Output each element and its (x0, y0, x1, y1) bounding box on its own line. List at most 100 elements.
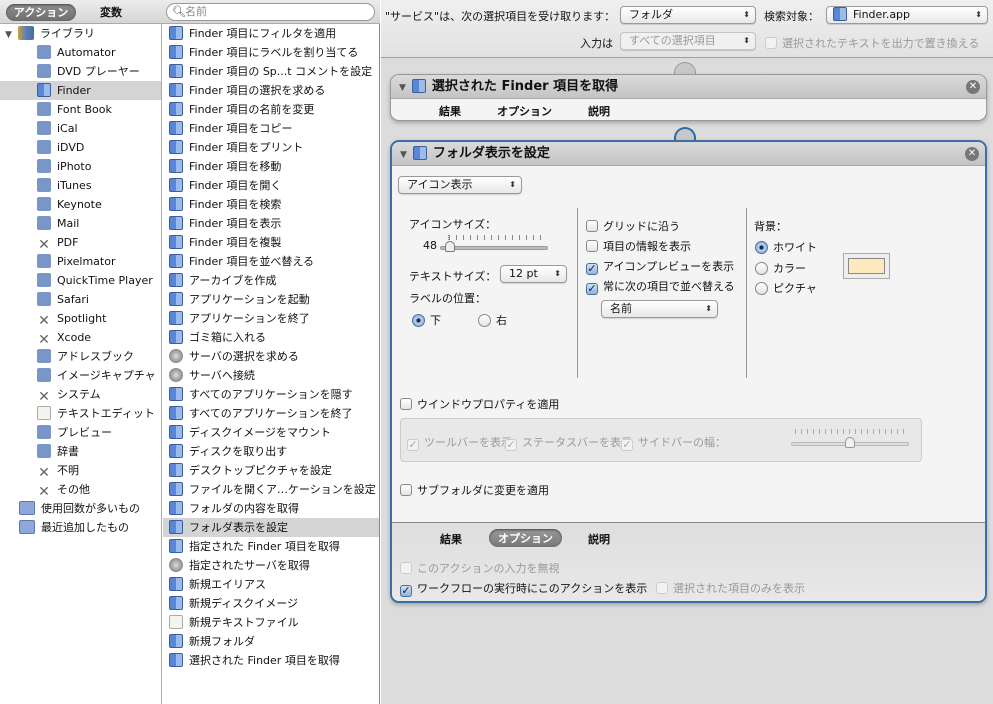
library-item[interactable]: ✕ PDF (0, 233, 161, 252)
action-item[interactable]: 新規ディスクイメージ (163, 594, 379, 613)
library-list[interactable]: ▼ ライブラリ Automator DVD プレーヤー Finder Font Book… (0, 24, 162, 704)
action-item[interactable]: 新規フォルダ (163, 632, 379, 651)
library-item[interactable]: 辞書 (0, 442, 161, 461)
smart-group-item[interactable]: 使用回数が多いもの (0, 499, 161, 518)
action-item[interactable]: Finder 項目を複製 (163, 233, 379, 252)
action-item[interactable]: Finder 項目を検索 (163, 195, 379, 214)
label-bottom-radio[interactable]: 下 (412, 312, 441, 328)
arrange-by-popup[interactable]: 名前 ⬍ (601, 300, 718, 318)
action-item[interactable]: Finder 項目の名前を変更 (163, 100, 379, 119)
action-item[interactable]: サーバへ接続 (163, 366, 379, 385)
tab-description[interactable]: 説明 (588, 531, 610, 547)
library-item[interactable]: ✕ 不明 (0, 461, 161, 480)
action-item[interactable]: Finder 項目にフィルタを適用 (163, 24, 379, 43)
action-item[interactable]: Finder 項目を移動 (163, 157, 379, 176)
icon-preview-checkbox[interactable]: ✓ アイコンプレビューを表示 (586, 258, 734, 275)
action-item[interactable]: Finder 項目の Sp...t コメントを設定 (163, 62, 379, 81)
library-item[interactable]: Finder (0, 81, 161, 100)
bg-white-radio[interactable]: ホワイト (755, 239, 817, 255)
subfolders-checkbox[interactable]: サブフォルダに変更を適用 (400, 482, 549, 498)
library-item[interactable]: Automator (0, 43, 161, 62)
arrange-by-checkbox[interactable]: ✓ 常に次の項目で並べ替える (586, 278, 735, 295)
application-popup[interactable]: Finder.app ⬍ (826, 6, 988, 24)
sidebar-width-checkbox[interactable]: ✓ サイドバーの幅： (621, 434, 726, 451)
library-item[interactable]: QuickTime Player (0, 271, 161, 290)
library-item[interactable]: ✕ Spotlight (0, 309, 161, 328)
action-item[interactable]: サーバの選択を求める (163, 347, 379, 366)
action-item[interactable]: Finder 項目にラベルを割り当てる (163, 43, 379, 62)
library-item[interactable]: Pixelmator (0, 252, 161, 271)
action-item[interactable]: Finder 項目を並べ替える (163, 252, 379, 271)
action-item[interactable]: Finder 項目の選択を求める (163, 81, 379, 100)
toolbar-checkbox[interactable]: ✓ ツールバーを表示 (407, 434, 512, 451)
library-item[interactable]: ✕ システム (0, 385, 161, 404)
window-properties-checkbox[interactable]: ウインドウプロパティを適用 (400, 396, 559, 412)
action-item[interactable]: ゴミ箱に入れる (163, 328, 379, 347)
library-item[interactable]: DVD プレーヤー (0, 62, 161, 81)
action-item[interactable]: デスクトップピクチャを設定 (163, 461, 379, 480)
action-item[interactable]: Finder 項目を開く (163, 176, 379, 195)
close-icon[interactable]: ✕ (966, 80, 980, 94)
tab-options[interactable]: オプション (489, 529, 562, 547)
view-mode-popup[interactable]: アイコン表示 ⬍ (398, 176, 522, 194)
action-item[interactable]: フォルダの内容を取得 (163, 499, 379, 518)
action-item[interactable]: ディスクを取り出す (163, 442, 379, 461)
library-item[interactable]: iDVD (0, 138, 161, 157)
action-item[interactable]: Finder 項目を表示 (163, 214, 379, 233)
close-icon[interactable]: ✕ (965, 147, 979, 161)
action-header[interactable]: ▼ フォルダ表示を設定 (392, 142, 985, 166)
statusbar-checkbox[interactable]: ✓ ステータスバーを表示 (505, 434, 632, 451)
slider-thumb[interactable] (444, 241, 455, 252)
library-item[interactable]: Keynote (0, 195, 161, 214)
action-item[interactable]: フォルダ表示を設定 (163, 518, 379, 537)
sidebar-width-slider[interactable] (791, 429, 909, 449)
tab-actions[interactable]: アクション (6, 4, 76, 21)
action-item[interactable]: アーカイブを作成 (163, 271, 379, 290)
disclosure-triangle-icon[interactable]: ▼ (399, 83, 406, 93)
ignore-input-checkbox[interactable]: このアクションの入力を無視 (400, 560, 559, 576)
action-item[interactable]: すべてのアプリケーションを終了 (163, 404, 379, 423)
action-item[interactable]: アプリケーションを起動 (163, 290, 379, 309)
text-size-popup[interactable]: 12 pt ⬍ (500, 265, 567, 283)
library-root[interactable]: ▼ ライブラリ (0, 24, 161, 43)
library-item[interactable]: ✕ その他 (0, 480, 161, 499)
receives-popup[interactable]: フォルダ ⬍ (620, 6, 756, 24)
grid-checkbox[interactable]: グリッドに沿う (586, 218, 680, 234)
library-item[interactable]: Mail (0, 214, 161, 233)
action-get-selected-finder-items[interactable]: ▼ 選択された Finder 項目を取得 ✕ 結果 オプション 説明 (390, 74, 987, 121)
disclosure-triangle-icon[interactable]: ▼ (400, 150, 407, 160)
action-item[interactable]: Finder 項目をプリント (163, 138, 379, 157)
action-item[interactable]: Finder 項目をコピー (163, 119, 379, 138)
tab-options[interactable]: オプション (497, 103, 552, 119)
search-input[interactable]: 🔍︎ 名前 (166, 3, 375, 21)
replace-text-checkbox[interactable]: 選択されたテキストを出力で置き換える (765, 35, 979, 51)
action-item[interactable]: ディスクイメージをマウント (163, 423, 379, 442)
action-set-folder-views[interactable]: ▼ フォルダ表示を設定 ✕ アイコン表示 ⬍ アイコンサイズ： 48 テキストサイズ… (390, 140, 987, 603)
library-item[interactable]: Font Book (0, 100, 161, 119)
library-item[interactable]: ✕ Xcode (0, 328, 161, 347)
library-item[interactable]: アドレスブック (0, 347, 161, 366)
actions-list[interactable]: Finder 項目にフィルタを適用 Finder 項目にラベルを割り当てる Find… (163, 24, 380, 704)
action-item[interactable]: アプリケーションを終了 (163, 309, 379, 328)
library-item[interactable]: イメージキャプチャ (0, 366, 161, 385)
disclosure-triangle-icon[interactable]: ▼ (5, 30, 12, 40)
action-item[interactable]: 新規テキストファイル (163, 613, 379, 632)
bg-color-radio[interactable]: カラー (755, 260, 806, 276)
icon-size-slider[interactable] (440, 234, 548, 252)
action-item[interactable]: すべてのアプリケーションを隠す (163, 385, 379, 404)
show-when-run-checkbox[interactable]: ✓ ワークフローの実行時にこのアクションを表示 (400, 580, 647, 597)
tab-results[interactable]: 結果 (439, 103, 461, 119)
color-well[interactable] (843, 253, 890, 279)
label-right-radio[interactable]: 右 (478, 312, 507, 328)
library-item[interactable]: iCal (0, 119, 161, 138)
library-item[interactable]: テキストエディット (0, 404, 161, 423)
action-header[interactable]: ▼ 選択された Finder 項目を取得 (391, 75, 986, 99)
library-item[interactable]: iPhoto (0, 157, 161, 176)
slider-thumb[interactable] (845, 437, 855, 448)
bg-picture-radio[interactable]: ピクチャ (755, 280, 817, 296)
show-selected-only-checkbox[interactable]: 選択された項目のみを表示 (656, 580, 805, 596)
tab-description[interactable]: 説明 (588, 103, 610, 119)
action-item[interactable]: 指定された Finder 項目を取得 (163, 537, 379, 556)
library-item[interactable]: Safari (0, 290, 161, 309)
item-info-checkbox[interactable]: 項目の情報を表示 (586, 238, 691, 254)
